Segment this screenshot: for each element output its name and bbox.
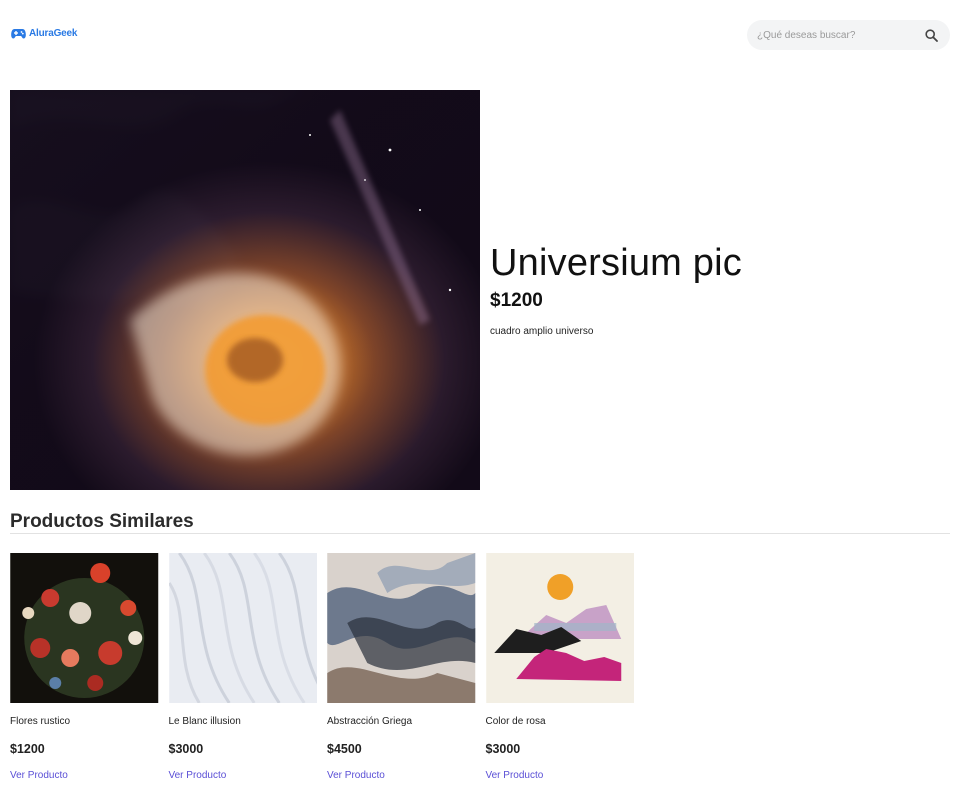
similar-products-heading: Productos Similares bbox=[10, 511, 194, 532]
abstract-marble-image bbox=[327, 553, 476, 703]
product-description: cuadro amplio universo bbox=[490, 326, 594, 337]
product-name: Flores rustico bbox=[10, 716, 71, 727]
search-input[interactable] bbox=[757, 29, 924, 41]
floral-still-life-image bbox=[10, 553, 159, 703]
white-waves-image bbox=[168, 553, 317, 703]
view-product-link[interactable]: Ver Producto bbox=[10, 770, 159, 781]
view-product-link[interactable]: Ver Producto bbox=[327, 770, 476, 781]
product-card: Abstracción Griega $4500 Ver Producto bbox=[327, 553, 476, 781]
page-header: AluraGeek bbox=[0, 0, 960, 70]
product-price: $3000 bbox=[485, 742, 521, 756]
search-icon[interactable] bbox=[924, 28, 938, 42]
product-image-flores[interactable] bbox=[10, 553, 159, 703]
view-product-link[interactable]: Ver Producto bbox=[169, 770, 318, 781]
product-card: Le Blanc illusion $3000 Ver Producto bbox=[168, 553, 318, 781]
section-divider bbox=[10, 533, 950, 534]
product-name: Abstracción Griega bbox=[327, 716, 413, 727]
similar-products-list: Flores rustico $1200 Ver Producto Le Bla… bbox=[10, 553, 634, 781]
hero-product-info: Universium pic $1200 cuadro amplio unive… bbox=[490, 240, 930, 337]
search-bar bbox=[747, 20, 950, 50]
product-name: Color de rosa bbox=[485, 716, 546, 727]
cosmic-nebula-image bbox=[10, 90, 480, 490]
pink-mountains-sun-image bbox=[485, 553, 634, 703]
product-price: $4500 bbox=[327, 742, 362, 756]
product-card: Color de rosa $3000 Ver Producto bbox=[486, 553, 635, 781]
product-price: $3000 bbox=[168, 742, 204, 756]
brand-name: AluraGeek bbox=[29, 28, 77, 39]
product-price: $1200 bbox=[10, 742, 45, 756]
product-name: Le Blanc illusion bbox=[168, 716, 241, 727]
product-image-le-blanc[interactable] bbox=[168, 553, 317, 703]
brand-name-part1: Alura bbox=[29, 28, 54, 39]
product-title: Universium pic bbox=[490, 242, 742, 284]
product-price: $1200 bbox=[490, 290, 543, 311]
product-image-color-de-rosa[interactable] bbox=[485, 553, 635, 703]
brand-logo[interactable]: AluraGeek bbox=[11, 28, 77, 39]
view-product-link[interactable]: Ver Producto bbox=[486, 770, 635, 781]
hero-product-image bbox=[10, 90, 480, 490]
brand-name-part2: Geek bbox=[53, 28, 78, 39]
product-card: Flores rustico $1200 Ver Producto bbox=[10, 553, 159, 781]
product-image-abstraccion[interactable] bbox=[327, 553, 476, 703]
gamepad-icon bbox=[11, 29, 26, 39]
